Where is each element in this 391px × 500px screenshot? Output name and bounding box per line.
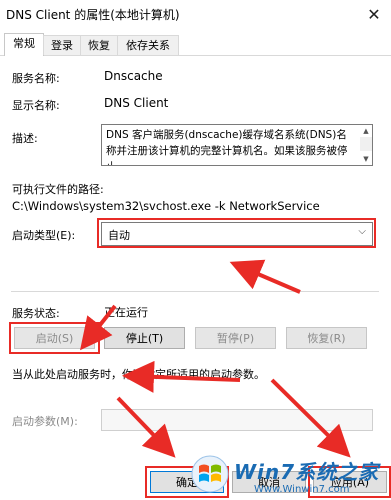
arrow-to-hint: [122, 360, 241, 393]
watermark-url: Www.Winwin7.com: [254, 484, 350, 495]
windows-logo-icon: [191, 455, 229, 493]
arrow-to-start-button: [80, 304, 117, 351]
annotation-arrows: [80, 259, 351, 458]
arrow-to-startup-type: [229, 259, 301, 294]
watermark: Win7系统之家 Www.Winwin7.com: [190, 452, 391, 500]
arrow-to-apply: [270, 378, 351, 458]
arrow-to-ok: [116, 396, 176, 458]
watermark-brand: Win7系统之家: [234, 460, 380, 484]
